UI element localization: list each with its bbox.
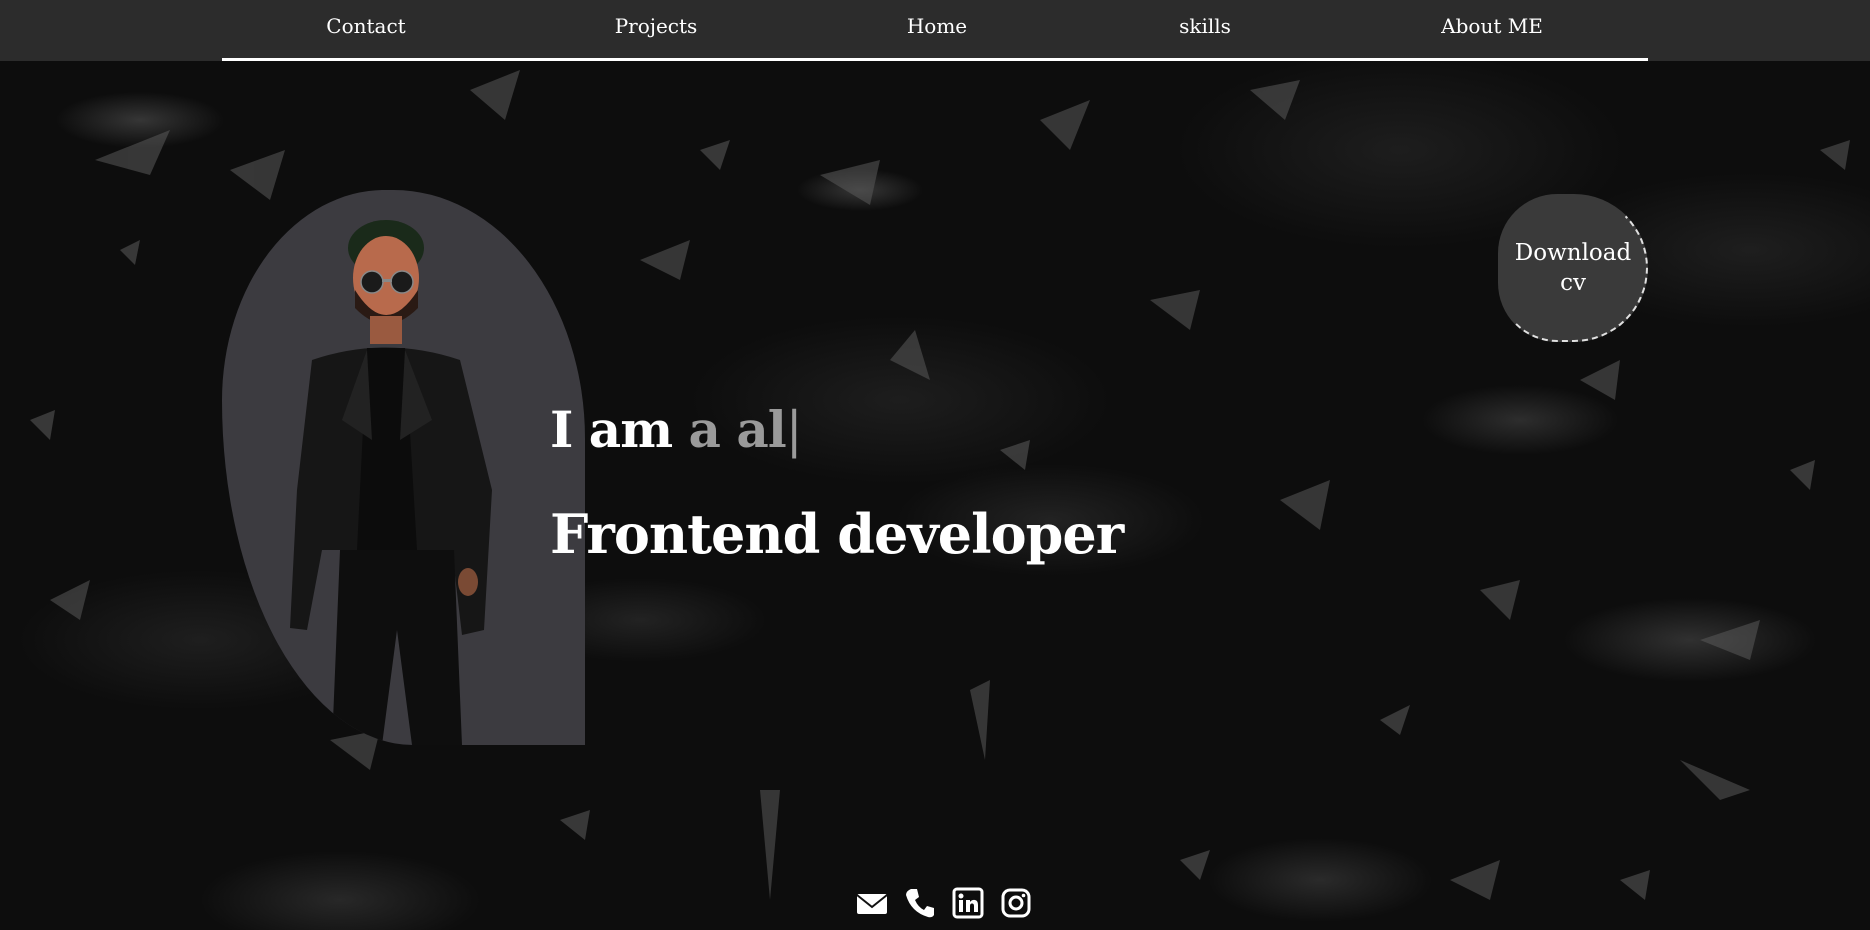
nav-contact[interactable]: Contact xyxy=(326,14,405,38)
envelope-icon[interactable] xyxy=(855,886,889,920)
phone-icon[interactable] xyxy=(903,886,937,920)
nav-home[interactable]: Home xyxy=(907,14,967,38)
page: Contact Projects Home skills About ME I … xyxy=(0,0,1870,930)
intro-heading: I am a al| xyxy=(550,400,803,459)
nav-underline: Contact Projects Home skills About ME xyxy=(222,0,1648,61)
instagram-icon[interactable] xyxy=(999,886,1033,920)
linkedin-icon[interactable] xyxy=(951,886,985,920)
download-cv-button[interactable]: Download cv xyxy=(1498,194,1648,342)
intro-prefix: I am xyxy=(550,400,673,459)
portrait-photo xyxy=(290,220,492,745)
download-cv-label: Download cv xyxy=(1514,240,1632,296)
role-heading: Frontend developer xyxy=(550,502,1124,566)
portrait-frame xyxy=(222,190,585,745)
navbar: Contact Projects Home skills About ME xyxy=(0,0,1870,61)
nav-projects[interactable]: Projects xyxy=(615,14,698,38)
nav-skills[interactable]: skills xyxy=(1179,14,1231,38)
typing-cursor: | xyxy=(785,401,803,459)
social-links xyxy=(855,886,1033,920)
typed-text: a al xyxy=(688,400,787,459)
nav-about-me[interactable]: About ME xyxy=(1441,14,1543,38)
